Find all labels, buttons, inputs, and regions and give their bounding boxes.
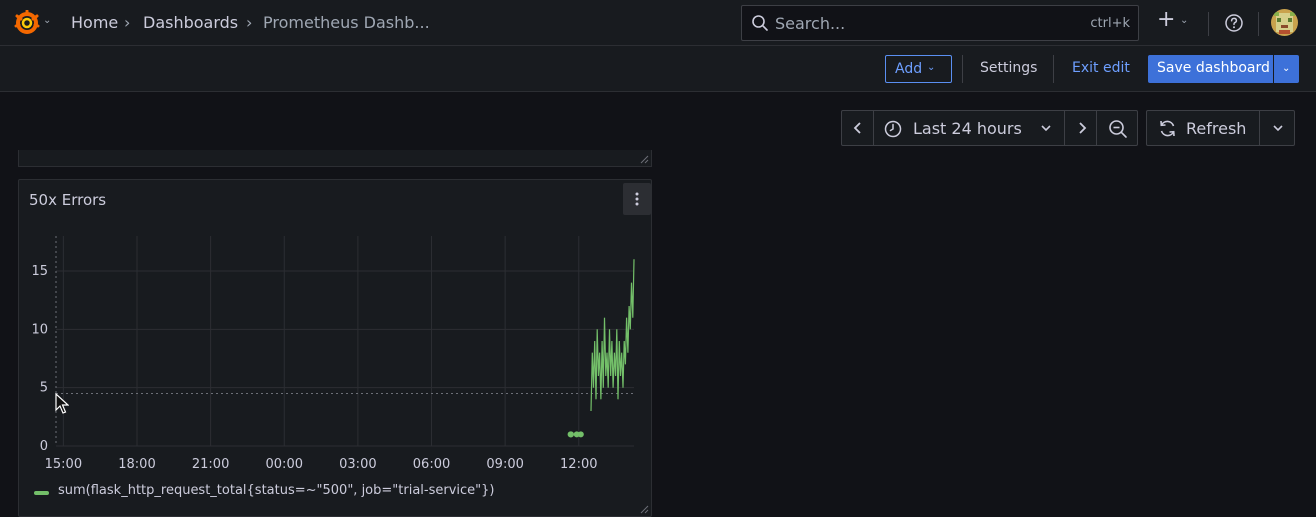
x-tick-label: 21:00	[192, 457, 229, 472]
breadcrumb-current: Prometheus Dashb...	[263, 13, 430, 32]
mouse-cursor-icon	[55, 393, 69, 414]
help-icon[interactable]	[1224, 13, 1244, 33]
chevron-down-icon: ⌄	[927, 62, 936, 73]
top-nav: ⌄ Home › Dashboards › Prometheus Dashb..…	[0, 0, 1316, 46]
refresh-label: Refresh	[1186, 119, 1247, 138]
new-button[interactable]: +	[1157, 9, 1175, 31]
y-tick-label: 5	[40, 381, 48, 396]
save-options-button[interactable]: ⌄	[1274, 55, 1299, 83]
settings-button[interactable]: Settings	[980, 60, 1037, 76]
time-back-button[interactable]	[841, 110, 874, 146]
refresh-interval-button[interactable]	[1259, 110, 1295, 146]
search-icon	[752, 15, 768, 31]
exit-edit-button[interactable]: Exit edit	[1072, 60, 1130, 76]
search-shortcut: ctrl+k	[1090, 16, 1130, 31]
y-tick-label: 0	[40, 439, 48, 454]
clock-icon	[884, 120, 902, 138]
add-button[interactable]: Add ⌄	[885, 55, 952, 83]
save-dashboard-button[interactable]: Save dashboard	[1148, 55, 1273, 83]
save-dashboard-label: Save dashboard	[1157, 60, 1270, 76]
divider	[962, 55, 963, 83]
x-tick-label: 15:00	[45, 457, 82, 472]
search-placeholder: Search...	[775, 14, 846, 33]
chevron-down-icon: ⌄	[1282, 63, 1291, 74]
chevron-down-icon	[1041, 125, 1051, 132]
divider	[1258, 12, 1259, 36]
chevron-right-icon	[1079, 122, 1087, 134]
chevron-down-icon	[1273, 125, 1283, 132]
panel-above-stub	[18, 150, 652, 167]
legend-label[interactable]: sum(flask_http_request_total{status=~"50…	[58, 483, 494, 498]
time-range-label: Last 24 hours	[913, 119, 1022, 138]
zoom-out-icon	[1109, 120, 1127, 138]
x-tick-label: 06:00	[413, 457, 450, 472]
chevron-down-icon[interactable]: ⌄	[43, 15, 51, 26]
time-forward-button[interactable]	[1064, 110, 1097, 146]
breadcrumb-separator: ›	[246, 13, 253, 32]
errors-panel: 50x Errors 0 5 10 15 15:00 18:00 21:00 00:00 03:…	[18, 179, 652, 517]
x-tick-label: 09:00	[486, 457, 523, 472]
resize-handle-icon[interactable]	[639, 504, 649, 514]
search-input[interactable]: Search... ctrl+k	[741, 5, 1139, 41]
refresh-icon	[1160, 120, 1175, 137]
legend-swatch	[34, 491, 49, 495]
breadcrumb-separator: ›	[124, 13, 131, 32]
divider	[1208, 12, 1209, 36]
divider	[1053, 55, 1054, 83]
grafana-logo-icon[interactable]	[13, 10, 41, 36]
breadcrumb-home[interactable]: Home	[71, 13, 118, 32]
time-range-picker[interactable]: Last 24 hours	[873, 110, 1065, 146]
avatar[interactable]	[1271, 9, 1298, 36]
x-tick-label: 12:00	[560, 457, 597, 472]
x-tick-label: 00:00	[266, 457, 303, 472]
y-tick-label: 15	[31, 264, 48, 279]
dashboard-toolbar: Add ⌄ Settings Exit edit Save dashboard …	[0, 46, 1316, 92]
errors-chart[interactable]: 0 5 10 15 15:00 18:00 21:00 00:00 03:00 06:00 09:0…	[19, 180, 653, 480]
series-line	[590, 259, 635, 412]
zoom-out-button[interactable]	[1096, 110, 1138, 146]
x-tick-label: 03:00	[339, 457, 376, 472]
x-tick-label: 18:00	[118, 457, 155, 472]
breadcrumb-dashboards[interactable]: Dashboards	[143, 13, 238, 32]
chevron-down-icon[interactable]: ⌄	[1180, 15, 1188, 26]
y-tick-label: 10	[31, 322, 48, 337]
refresh-button[interactable]: Refresh	[1146, 110, 1260, 146]
resize-handle-icon[interactable]	[639, 154, 649, 164]
add-button-label: Add	[895, 61, 923, 77]
chevron-left-icon	[853, 122, 861, 134]
